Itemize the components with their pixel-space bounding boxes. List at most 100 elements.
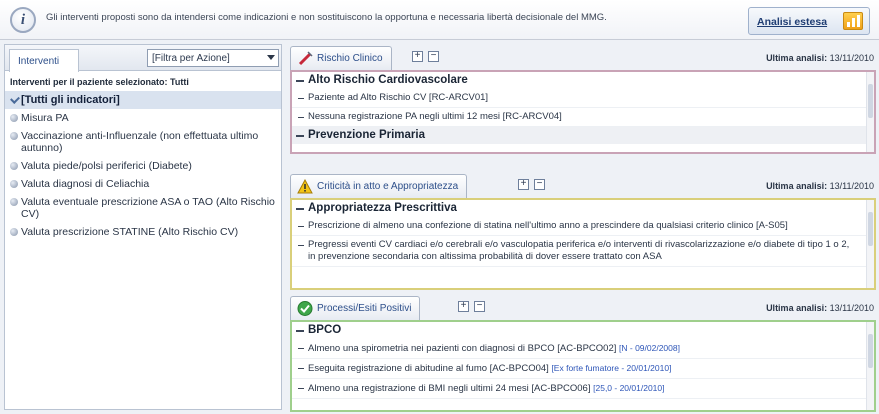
tab-rischio-clinico[interactable]: Rischio Clinico bbox=[290, 46, 392, 70]
indicator-text: Pregressi eventi CV cardiaci e/o cerebra… bbox=[308, 239, 850, 262]
expand-plus-icon[interactable]: + bbox=[458, 301, 469, 312]
tab-label: Processi/Esiti Positivi bbox=[317, 303, 412, 314]
interventions-panel: Interventi [Filtra per Azione] Intervent… bbox=[4, 44, 282, 410]
list-item-label: Valuta prescrizione STATINE (Alto Rischi… bbox=[21, 226, 239, 238]
scrollbar[interactable] bbox=[866, 322, 874, 410]
warning-icon bbox=[297, 179, 313, 194]
last-analysis: Ultima analisi: 13/11/2010 bbox=[766, 181, 874, 191]
indicator-row[interactable]: Eseguita registrazione di abitudine al f… bbox=[292, 359, 874, 379]
list-item-label: [Tutti gli indicatori] bbox=[21, 94, 120, 106]
panel-tabs: Interventi [Filtra per Azione] bbox=[5, 45, 281, 72]
bar-chart-icon bbox=[843, 12, 863, 30]
group-title[interactable]: Alto Rischio Cardiovascolare bbox=[292, 72, 874, 89]
tab-interventi[interactable]: Interventi bbox=[9, 49, 79, 72]
tree-connector bbox=[298, 117, 304, 118]
last-analysis: Ultima analisi: 13/11/2010 bbox=[766, 53, 874, 63]
tree-connector bbox=[298, 245, 304, 246]
list-item-label: Misura PA bbox=[21, 112, 69, 124]
filter-value: [Filtra per Azione] bbox=[152, 53, 230, 64]
list-item[interactable]: Vaccinazione anti-Influenzale (non effet… bbox=[5, 127, 281, 157]
scrollbar[interactable] bbox=[866, 72, 874, 152]
last-analysis: Ultima analisi: 13/11/2010 bbox=[766, 303, 874, 313]
collapse-minus-icon[interactable]: − bbox=[534, 179, 545, 190]
scrollbar[interactable] bbox=[866, 200, 874, 288]
list-item-label: Vaccinazione anti-Influenzale (non effet… bbox=[21, 130, 259, 154]
indicator-value: [Ex forte fumatore - 20/01/2010] bbox=[551, 363, 672, 373]
section-content: BPCO Almeno una spirometria nei pazienti… bbox=[290, 320, 876, 412]
section-header: Criticità in atto e Appropriatezza + − U… bbox=[286, 172, 876, 198]
list-item[interactable]: Valuta piede/polsi periferici (Diabete) bbox=[5, 157, 281, 175]
scroll-thumb[interactable] bbox=[868, 212, 873, 246]
bullet-icon bbox=[10, 114, 18, 122]
group-title[interactable]: Prevenzione Primaria bbox=[292, 127, 874, 144]
tab-processi-esiti-positivi[interactable]: Processi/Esiti Positivi bbox=[290, 296, 421, 320]
tree-connector bbox=[298, 98, 304, 99]
list-item-label: Valuta piede/polsi periferici (Diabete) bbox=[21, 160, 192, 172]
list-item[interactable]: Valuta diagnosi di Celiachia bbox=[5, 175, 281, 193]
last-analysis-label: Ultima analisi: bbox=[766, 53, 828, 63]
tab-criticita-appropriatezza[interactable]: Criticità in atto e Appropriatezza bbox=[290, 174, 468, 198]
info-icon: i bbox=[10, 7, 36, 33]
last-analysis-date: 13/11/2010 bbox=[829, 303, 874, 313]
bullet-icon bbox=[10, 228, 18, 236]
tab-label: Criticità in atto e Appropriatezza bbox=[317, 181, 459, 192]
info-text: Gli interventi proposti sono da intender… bbox=[46, 12, 607, 23]
indicator-row[interactable]: Paziente ad Alto Rischio CV [RC-ARCV01] bbox=[292, 89, 874, 108]
collapse-minus-icon[interactable]: − bbox=[428, 51, 439, 62]
patient-interventions-heading: Interventi per il paziente selezionato: … bbox=[10, 77, 189, 87]
expand-plus-icon[interactable]: + bbox=[412, 51, 423, 62]
indicator-row[interactable]: Prescrizione di almeno una confezione di… bbox=[292, 217, 874, 236]
group-title[interactable]: BPCO bbox=[292, 322, 874, 339]
collapse-minus-icon[interactable]: − bbox=[474, 301, 485, 312]
indicator-text: Eseguita registrazione di abitudine al f… bbox=[308, 363, 549, 374]
bullet-icon bbox=[10, 180, 18, 188]
last-analysis-label: Ultima analisi: bbox=[766, 303, 828, 313]
list-item[interactable]: Valuta eventuale prescrizione ASA o TAO … bbox=[5, 193, 281, 223]
section-processi-esiti: Processi/Esiti Positivi + − Ultima anali… bbox=[286, 294, 876, 412]
section-content: Appropriatezza Prescrittiva Prescrizione… bbox=[290, 198, 876, 290]
info-bar: i Gli interventi proposti sono da intend… bbox=[0, 0, 879, 40]
syringe-icon bbox=[298, 51, 313, 66]
action-filter-select[interactable]: [Filtra per Azione] bbox=[147, 49, 279, 67]
group-title-label: Appropriatezza Prescrittiva bbox=[308, 202, 457, 214]
indicator-text: Almeno una registrazione di BMI negli ul… bbox=[308, 383, 591, 394]
indicator-value: [N - 09/02/2008] bbox=[619, 343, 680, 353]
list-item-label: Valuta diagnosi di Celiachia bbox=[21, 178, 150, 190]
last-analysis-date: 13/11/2010 bbox=[829, 53, 874, 63]
section-content: Alto Rischio Cardiovascolare Paziente ad… bbox=[290, 70, 876, 154]
list-item[interactable]: Misura PA bbox=[5, 109, 281, 127]
scroll-thumb[interactable] bbox=[868, 84, 873, 118]
indicator-row[interactable]: Almeno una registrazione di BMI negli ul… bbox=[292, 379, 874, 399]
collapse-icon[interactable] bbox=[296, 135, 304, 137]
indicator-row[interactable]: Pregressi eventi CV cardiaci e/o cerebra… bbox=[292, 236, 874, 267]
indicator-text: Nessuna registrazione PA negli ultimi 12… bbox=[308, 111, 562, 122]
section-rischio-clinico: Rischio Clinico + − Ultima analisi: 13/1… bbox=[286, 44, 876, 156]
collapse-icon[interactable] bbox=[296, 80, 304, 82]
tab-label: Rischio Clinico bbox=[317, 53, 383, 64]
group-title[interactable]: Appropriatezza Prescrittiva bbox=[292, 200, 874, 217]
tree-connector bbox=[298, 348, 304, 349]
analisi-estesa-label: Analisi estesa bbox=[757, 16, 828, 28]
last-analysis-date: 13/11/2010 bbox=[829, 181, 874, 191]
list-item-label: Valuta eventuale prescrizione ASA o TAO … bbox=[21, 196, 275, 220]
group-title-label: BPCO bbox=[308, 324, 342, 336]
check-circle-icon bbox=[297, 301, 313, 316]
indicator-text: Paziente ad Alto Rischio CV [RC-ARCV01] bbox=[308, 92, 489, 103]
section-header: Rischio Clinico + − Ultima analisi: 13/1… bbox=[286, 44, 876, 70]
list-item[interactable]: Valuta prescrizione STATINE (Alto Rischi… bbox=[5, 223, 281, 241]
indicator-row[interactable]: Almeno una spirometria nei pazienti con … bbox=[292, 339, 874, 359]
collapse-icon[interactable] bbox=[296, 330, 304, 332]
last-analysis-label: Ultima analisi: bbox=[766, 181, 828, 191]
indicator-row[interactable]: Nessuna registrazione PA negli ultimi 12… bbox=[292, 108, 874, 127]
collapse-icon[interactable] bbox=[296, 208, 304, 210]
group-title-label: Alto Rischio Cardiovascolare bbox=[308, 74, 468, 86]
analisi-estesa-button[interactable]: Analisi estesa bbox=[748, 7, 870, 35]
bullet-icon bbox=[10, 198, 18, 206]
list-item[interactable]: [Tutti gli indicatori] bbox=[5, 91, 281, 109]
expand-plus-icon[interactable]: + bbox=[518, 179, 529, 190]
chevron-down-icon bbox=[267, 55, 275, 60]
section-criticita: Criticità in atto e Appropriatezza + − U… bbox=[286, 172, 876, 290]
indicator-text: Prescrizione di almeno una confezione di… bbox=[308, 220, 788, 231]
scroll-thumb[interactable] bbox=[868, 334, 873, 368]
tree-connector bbox=[298, 226, 304, 227]
